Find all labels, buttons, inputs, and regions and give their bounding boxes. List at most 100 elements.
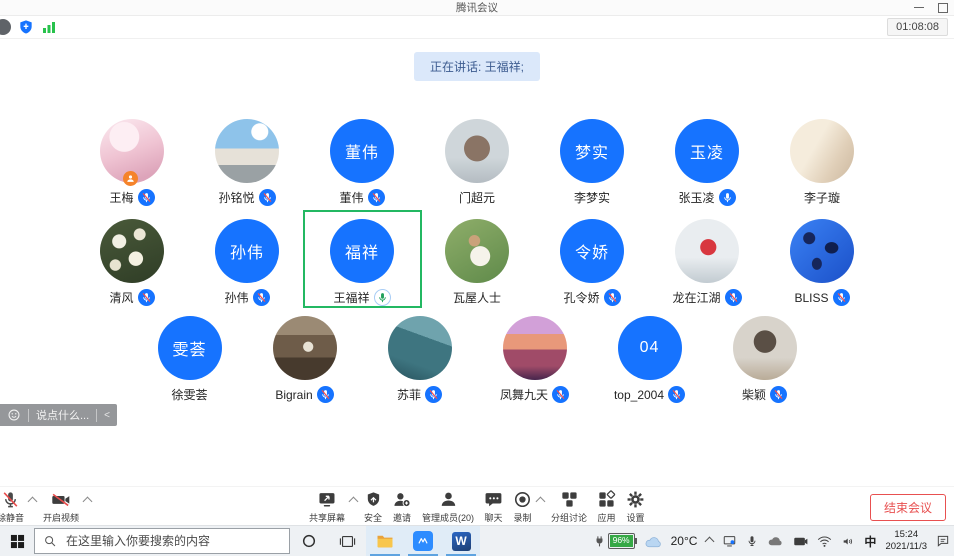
emoji-icon[interactable] [0, 404, 28, 426]
participant-cell[interactable]: 孙伟孙伟 [190, 212, 305, 306]
participant-avatar [675, 219, 739, 283]
task-view-icon[interactable] [328, 526, 366, 556]
participant-avatar [445, 119, 509, 183]
toolbar-label: 录制 [514, 511, 532, 524]
mic-muted-icon [138, 189, 155, 206]
start-video-button[interactable]: 开启视频 [43, 490, 79, 524]
participant-cell-active-speaker[interactable]: 福祥王福祥 [305, 212, 420, 306]
breakout-rooms-button[interactable]: 分组讨论 [551, 490, 587, 524]
participant-name: 孙伟 [224, 289, 248, 306]
participant-avatar: 玉凌 [675, 119, 739, 183]
participant-cell[interactable]: 王梅 [75, 112, 190, 206]
participant-cell[interactable]: 苏菲 [362, 309, 477, 403]
participant-cell[interactable]: 柴颖 [707, 309, 822, 403]
participant-name-row: 清风 [109, 289, 154, 306]
participant-cell[interactable]: 梦实李梦实 [535, 112, 650, 206]
taskbar-clock[interactable]: 15:24 2021/11/3 [885, 529, 927, 554]
action-center-icon[interactable] [936, 534, 950, 548]
chevron-up-icon[interactable] [349, 497, 359, 507]
participant-name: 徐雯荟 [171, 386, 207, 403]
search-input[interactable] [64, 533, 268, 549]
manage-members-button[interactable]: 管理成员(20) [422, 490, 474, 524]
minimize-icon[interactable] [914, 7, 924, 8]
participant-name-row: 苏菲 [397, 386, 442, 403]
unmute-button[interactable]: 除静音 [0, 490, 24, 524]
capture-icon[interactable] [793, 536, 808, 547]
participant-cell[interactable]: 玉凌张玉凌 [650, 112, 765, 206]
word-app-icon[interactable]: W [442, 526, 480, 556]
participant-cell[interactable]: BLISS [765, 212, 880, 306]
chat-icon [484, 490, 503, 509]
toolbar-label: 聊天 [485, 511, 503, 524]
participant-cell[interactable]: 孙铭悦 [190, 112, 305, 206]
ime-indicator[interactable]: 中 [864, 533, 876, 550]
clock-date: 2021/11/3 [885, 541, 927, 553]
record-button[interactable]: 录制 [513, 490, 532, 524]
participant-cell[interactable]: Bigrain [247, 309, 362, 403]
explorer-icon[interactable] [366, 526, 404, 556]
tray-mic-icon[interactable] [746, 534, 758, 548]
tray-chevron-icon[interactable] [705, 536, 715, 546]
weather-icon[interactable] [644, 534, 662, 549]
participant-cell[interactable]: 李子璇 [765, 112, 880, 206]
apps-button[interactable]: 应用 [597, 490, 616, 524]
participant-cell[interactable]: 令娇孔令娇 [535, 212, 650, 306]
participant-avatar [503, 316, 567, 380]
participant-name-row: 孔令娇 [563, 289, 620, 306]
participant-name-row: 董伟 [339, 189, 384, 206]
participant-cell[interactable]: 龙在江湖 [650, 212, 765, 306]
participant-row: 王梅孙铭悦董伟董伟门超元 梦实李梦实玉凌张玉凌李子璇 [0, 112, 954, 206]
participant-avatar [215, 119, 279, 183]
meeting-app-icon[interactable] [404, 526, 442, 556]
chat-strip: 说点什么... < [0, 404, 117, 426]
network-quality-icon[interactable] [41, 19, 57, 35]
shield-icon[interactable] [18, 19, 34, 35]
window-titlebar: 腾讯会议 [0, 0, 954, 16]
participant-avatar: 雯荟 [158, 316, 222, 380]
end-meeting-button[interactable]: 结束会议 [870, 494, 946, 521]
temperature[interactable]: 20°C [671, 534, 698, 548]
participant-cell[interactable]: 04top_2004 [592, 309, 707, 403]
settings-button[interactable]: 设置 [626, 490, 645, 524]
chevron-up-icon[interactable] [28, 497, 38, 507]
participant-cell[interactable]: 清风 [75, 212, 190, 306]
breakout-icon [560, 490, 579, 509]
participant-cell[interactable]: 门超元 [420, 112, 535, 206]
chat-input-collapsed[interactable]: 说点什么... [29, 404, 96, 426]
restore-icon[interactable] [938, 3, 948, 13]
cortana-icon[interactable] [290, 526, 328, 556]
participant-name-row: 龙在江湖 [672, 289, 741, 306]
status-dot-icon[interactable] [0, 19, 11, 35]
participant-name: 清风 [109, 289, 133, 306]
mic-muted-icon [725, 289, 742, 306]
onedrive-icon[interactable] [767, 535, 784, 547]
chat-button[interactable]: 聊天 [484, 490, 503, 524]
wifi-icon[interactable] [817, 535, 832, 548]
participant-name: Bigrain [275, 388, 312, 402]
security-button[interactable]: 安全 [364, 490, 382, 524]
windows-start-icon[interactable] [0, 526, 34, 556]
cast-icon[interactable] [722, 534, 737, 548]
participant-name: 门超元 [459, 189, 495, 206]
participant-cell[interactable]: 凤舞九天 [477, 309, 592, 403]
participant-name: 李梦实 [574, 189, 610, 206]
toolbar-label: 应用 [598, 511, 616, 524]
participant-cell[interactable]: 董伟董伟 [305, 112, 420, 206]
chevron-up-icon[interactable] [83, 497, 93, 507]
battery-percent: 96% [610, 535, 633, 546]
toolbar-label: 安全 [364, 511, 382, 524]
toolbar-label: 管理成员(20) [422, 511, 474, 524]
share-screen-button[interactable]: 共享屏幕 [309, 490, 345, 524]
participant-name-row: 李子璇 [804, 189, 840, 206]
collapse-icon[interactable]: < [97, 404, 117, 426]
taskbar-search[interactable] [34, 528, 290, 554]
volume-icon[interactable] [841, 535, 855, 548]
chevron-up-icon[interactable] [536, 497, 546, 507]
participant-avatar [790, 219, 854, 283]
mic-muted-icon [604, 289, 621, 306]
mic-muted-icon [552, 386, 569, 403]
battery-icon[interactable]: 96% [593, 533, 635, 548]
participant-cell[interactable]: 瓦屋人士 [420, 212, 535, 306]
participant-cell[interactable]: 雯荟徐雯荟 [132, 309, 247, 403]
invite-button[interactable]: 邀请 [392, 490, 412, 524]
